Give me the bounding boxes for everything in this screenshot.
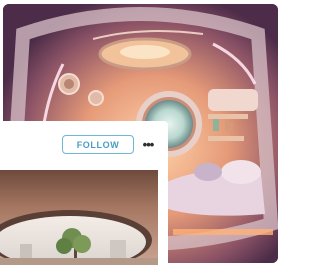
- pod-window-image[interactable]: [0, 170, 158, 265]
- follow-button[interactable]: FOLLOW: [62, 135, 134, 154]
- pod-window-illustration: [0, 170, 158, 265]
- more-options-icon[interactable]: •••: [139, 135, 157, 154]
